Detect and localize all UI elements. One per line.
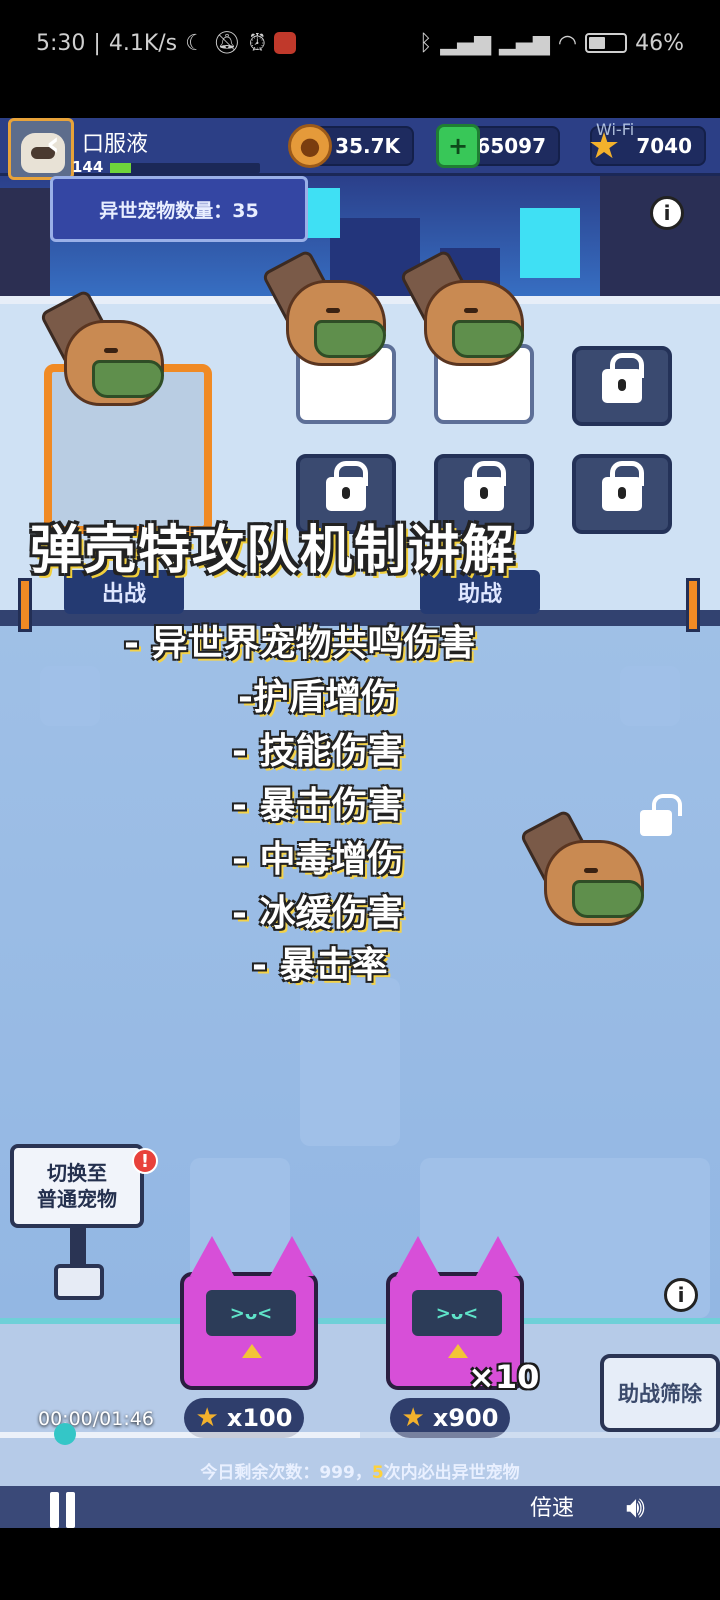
floor-tile — [300, 978, 400, 1146]
battery-percent: 46% — [635, 30, 684, 56]
coin-counter[interactable]: ● 35.7K — [288, 124, 414, 168]
capybara-pet[interactable] — [39, 288, 170, 418]
box-ear — [476, 1236, 520, 1276]
game-bottom-bar — [0, 1486, 720, 1528]
coin-icon: ● — [288, 124, 332, 168]
alarm-icon: ⏰︎ — [248, 30, 266, 56]
box-triangle — [242, 1344, 262, 1358]
volume-icon[interactable]: 🔊︎ — [626, 1490, 645, 1525]
cost-amount: x100 — [226, 1404, 293, 1432]
wifi-icon: ◠ — [557, 30, 578, 56]
status-net-speed: 4.1K/s — [108, 30, 178, 56]
caption-line: - 异世界宠物共鸣伤害 — [124, 623, 476, 664]
summon-box-single[interactable]: >ᴗ< — [180, 1236, 318, 1390]
lock-icon — [602, 461, 644, 511]
daily-prefix: 今日剩余次数：999， — [200, 1463, 372, 1483]
avatar[interactable] — [8, 118, 74, 180]
daily-summon-info: 今日剩余次数：999，5次内必出异世宠物 — [0, 1458, 720, 1483]
caption-line: - 暴击率 — [252, 945, 388, 986]
bell-off-icon: 🔕︎ — [212, 30, 241, 56]
player-level: 144 — [72, 158, 104, 176]
rail-post — [686, 578, 700, 632]
player-name: 口服液 — [82, 132, 149, 157]
box-ear — [396, 1236, 440, 1276]
app-notification-icon — [273, 32, 296, 54]
star-amount: 7040 — [636, 134, 692, 158]
star-icon: ★ — [401, 1403, 425, 1433]
video-scrubber[interactable] — [54, 1423, 76, 1445]
star-icon: ★ — [195, 1403, 219, 1433]
battery-icon — [585, 33, 628, 53]
video-controls: 倍速 🔊︎ — [0, 1490, 720, 1600]
rail-post — [18, 578, 32, 632]
box-ear — [190, 1236, 234, 1276]
status-right: ᛒ ▂▄▆ ▂▄▆ ◠ 46% — [419, 31, 684, 56]
status-divider: | — [93, 30, 101, 56]
box-ear — [270, 1236, 314, 1276]
gem-counter[interactable]: + 65097 — [436, 124, 560, 168]
multiplier-label: ×10 — [468, 1358, 540, 1396]
lock-icon — [602, 353, 644, 403]
alert-badge: ! — [132, 1148, 158, 1174]
video-progress-bar[interactable] — [0, 1432, 720, 1438]
coin-amount: 35.7K — [335, 134, 400, 158]
floor-tile — [620, 666, 680, 726]
caption-title: 弹壳特攻队机制讲解 — [30, 521, 517, 581]
lock-icon — [326, 461, 368, 511]
assist-filter-button[interactable]: 助战筛除 — [600, 1354, 720, 1432]
caption-line: -护盾增伤 — [238, 677, 397, 718]
lock-icon — [464, 461, 506, 511]
robot-face: >ᴗ< — [412, 1290, 502, 1336]
caption-line: - 技能伤害 — [232, 731, 404, 772]
switch-label-line2: 普通宠物 — [37, 1187, 117, 1211]
assist-slot-locked[interactable] — [572, 454, 672, 534]
box-triangle — [448, 1344, 468, 1358]
cost-amount: x900 — [432, 1404, 499, 1432]
caption-line: - 中毒增伤 — [232, 839, 404, 880]
status-time: 5:30 — [36, 30, 86, 56]
switch-label-line1: 切换至 — [47, 1161, 107, 1185]
battery-fill — [589, 37, 605, 49]
signal-icon: ▂▄▆ — [440, 30, 492, 56]
floor-tile — [40, 666, 100, 726]
capybara-pet[interactable] — [519, 808, 650, 938]
info-icon[interactable]: i — [650, 196, 684, 230]
capybara-pet[interactable] — [261, 248, 392, 378]
status-left: 5:30 | 4.1K/s ☾ 🔕︎ ⏰︎ — [36, 31, 296, 56]
capybara-pet[interactable] — [399, 248, 530, 378]
caption-line: - 暴击伤害 — [232, 785, 404, 826]
sign-base — [54, 1264, 104, 1300]
gem-add-icon[interactable]: + — [436, 124, 480, 168]
switch-to-normal-pets-button[interactable]: 切换至 普通宠物 — [10, 1144, 144, 1228]
gem-amount: 65097 — [476, 134, 546, 158]
daily-suffix: 次内必出异世宠物 — [383, 1463, 520, 1483]
signal-2-icon: ▂▄▆ — [499, 30, 550, 56]
game-screen: ‹ 口服液 144 ● 35.7K + 65097 ★ 7040 Wi-Fi 异… — [0, 118, 720, 1528]
moon-icon: ☾ — [185, 30, 205, 56]
daily-highlight: 5 — [371, 1463, 384, 1483]
top-bar: ‹ 口服液 144 ● 35.7K + 65097 ★ 7040 Wi-Fi — [0, 118, 720, 180]
assist-slot-locked[interactable] — [572, 346, 672, 426]
pause-icon[interactable] — [46, 1492, 80, 1532]
info-icon[interactable]: i — [664, 1278, 698, 1312]
robot-face: >ᴗ< — [206, 1290, 296, 1336]
back-arrow-icon[interactable]: ‹ — [46, 124, 60, 164]
bluetooth-icon: ᛒ — [419, 30, 433, 56]
pet-count-panel: 异世宠物数量：35 — [50, 176, 308, 242]
wifi-overlay-text: Wi-Fi — [596, 120, 635, 139]
playback-speed-button[interactable]: 倍速 — [530, 1490, 574, 1522]
status-bar: 5:30 | 4.1K/s ☾ 🔕︎ ⏰︎ ᛒ ▂▄▆ ▂▄▆ ◠ 46% — [0, 0, 720, 86]
caption-line: - 冰缓伤害 — [232, 893, 404, 934]
level-progress-bar — [110, 163, 260, 173]
